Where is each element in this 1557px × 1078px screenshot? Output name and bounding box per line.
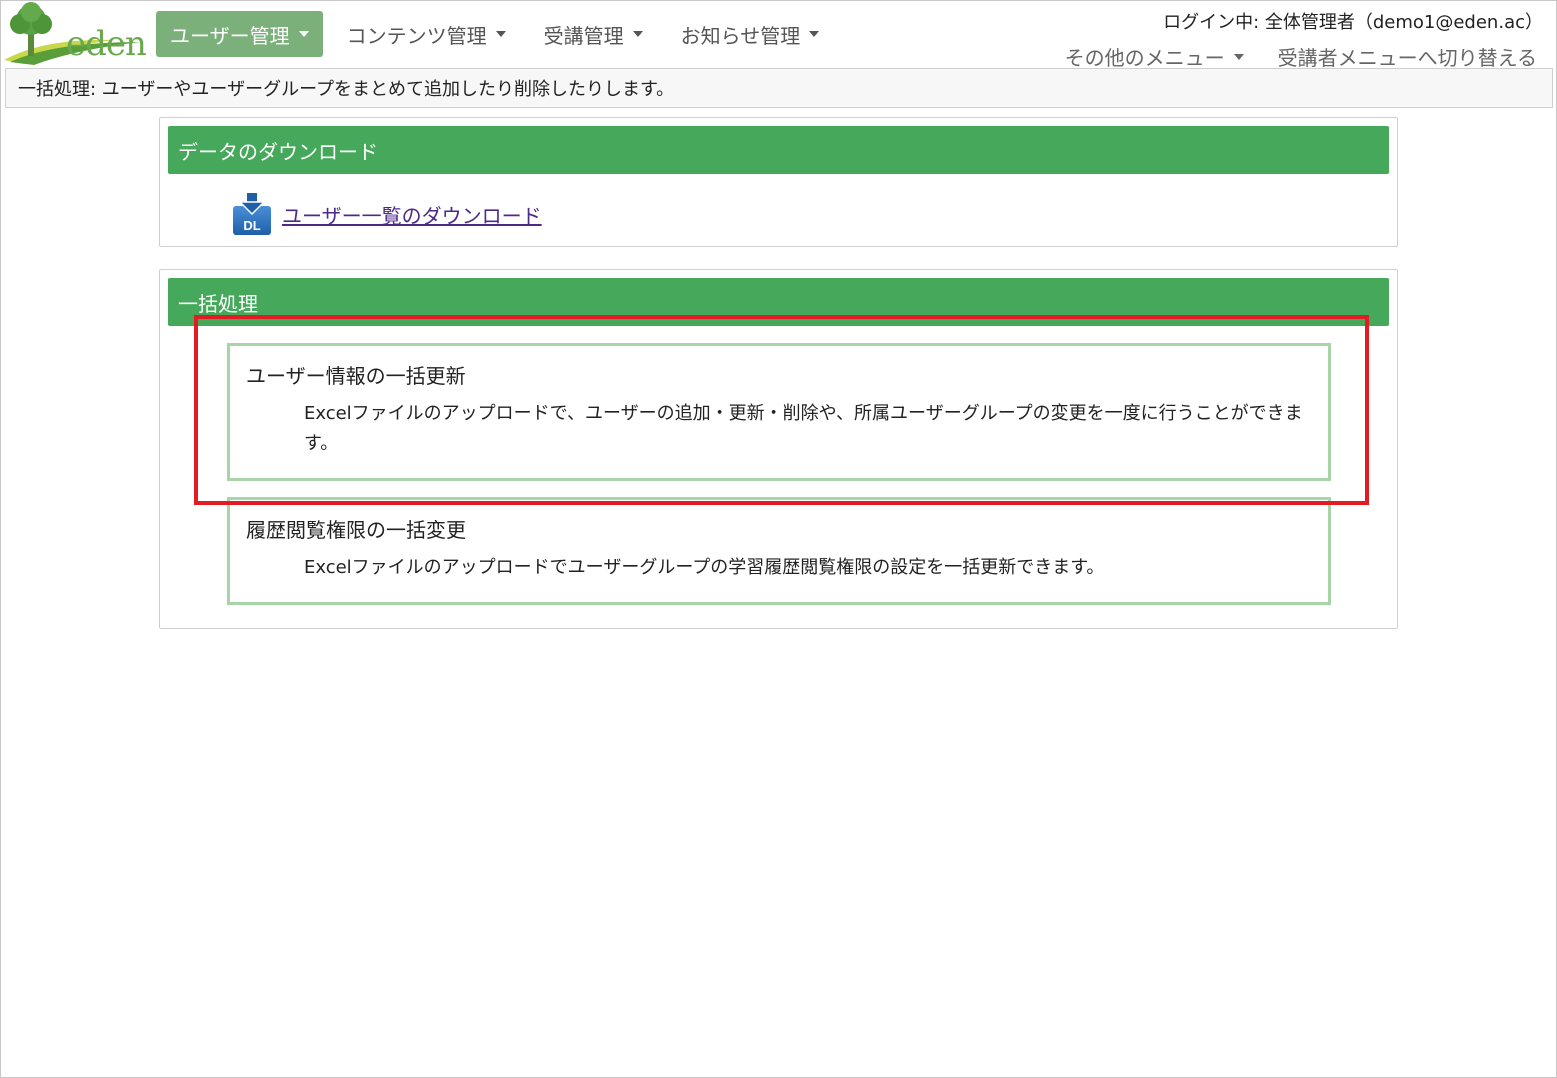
- main-nav: ユーザー管理 コンテンツ管理 受講管理 お知らせ管理: [156, 11, 843, 57]
- switch-to-learner-link[interactable]: 受講者メニューへ切り替える: [1278, 42, 1537, 71]
- batch-panel: 一括処理 ユーザー情報の一括更新 Excelファイルのアップロードで、ユーザーの…: [159, 269, 1398, 629]
- user-info-bulk-update-title[interactable]: ユーザー情報の一括更新: [246, 360, 1312, 389]
- download-panel-title: データのダウンロード: [178, 139, 378, 164]
- eden-logo[interactable]: eden: [4, 2, 147, 66]
- history-permission-bulk-change-box[interactable]: 履歴閲覧権限の一括変更 Excelファイルのアップロードでユーザーグループの学習…: [227, 497, 1331, 605]
- user-info-bulk-update-box[interactable]: ユーザー情報の一括更新 Excelファイルのアップロードで、ユーザーの追加・更新…: [227, 343, 1331, 481]
- nav-content-management[interactable]: コンテンツ管理: [333, 11, 520, 57]
- nav-label: コンテンツ管理: [346, 23, 487, 48]
- user-list-download-link[interactable]: ユーザー一覧のダウンロード: [282, 200, 542, 229]
- caret-down-icon: [298, 31, 309, 37]
- history-permission-bulk-change-title[interactable]: 履歴閲覧権限の一括変更: [246, 514, 1312, 543]
- download-row: DL ユーザー一覧のダウンロード: [232, 192, 542, 236]
- nav-label: 受講管理: [543, 23, 624, 48]
- page-description: 一括処理: ユーザーやユーザーグループをまとめて追加したり削除したりします。: [5, 68, 1553, 108]
- download-panel: データのダウンロード DL ユーザー一覧のダウンロード: [159, 117, 1398, 247]
- page-description-text: 一括処理: ユーザーやユーザーグループをまとめて追加したり削除したりします。: [18, 79, 675, 100]
- nav-label: お知らせ管理: [680, 23, 801, 48]
- nav-notice-management[interactable]: お知らせ管理: [667, 11, 834, 57]
- nav-user-management[interactable]: ユーザー管理: [156, 11, 323, 57]
- download-dl-icon[interactable]: DL: [232, 192, 272, 236]
- other-menu-dropdown[interactable]: その他のメニュー: [1065, 42, 1244, 71]
- login-status: ログイン中: 全体管理者（demo1@eden.ac）: [1163, 12, 1543, 33]
- nav-label: ユーザー管理: [170, 23, 290, 48]
- caret-down-icon: [809, 31, 820, 37]
- logo-text: eden: [66, 24, 147, 64]
- caret-down-icon: [632, 31, 643, 37]
- history-permission-bulk-change-desc: Excelファイルのアップロードでユーザーグループの学習履歴閲覧権限の設定を一括…: [304, 557, 1105, 578]
- sub-menu: その他のメニュー 受講者メニューへ切り替える: [1031, 42, 1537, 71]
- user-info-bulk-update-desc: Excelファイルのアップロードで、ユーザーの追加・更新・削除や、所属ユーザーグ…: [304, 403, 1303, 454]
- nav-course-management[interactable]: 受講管理: [530, 11, 657, 57]
- batch-panel-title: 一括処理: [178, 291, 258, 316]
- dl-icon-text: DL: [243, 218, 260, 233]
- other-menu-label: その他のメニュー: [1064, 46, 1225, 70]
- batch-panel-header: 一括処理: [168, 278, 1389, 326]
- switch-menu-label: 受講者メニューへ切り替える: [1277, 46, 1537, 70]
- caret-down-icon: [495, 31, 506, 37]
- header: eden ユーザー管理 コンテンツ管理 受講管理 お知らせ管理 ログイン中: 全…: [0, 0, 1557, 71]
- download-panel-header: データのダウンロード: [168, 126, 1389, 174]
- caret-down-icon: [1233, 53, 1244, 60]
